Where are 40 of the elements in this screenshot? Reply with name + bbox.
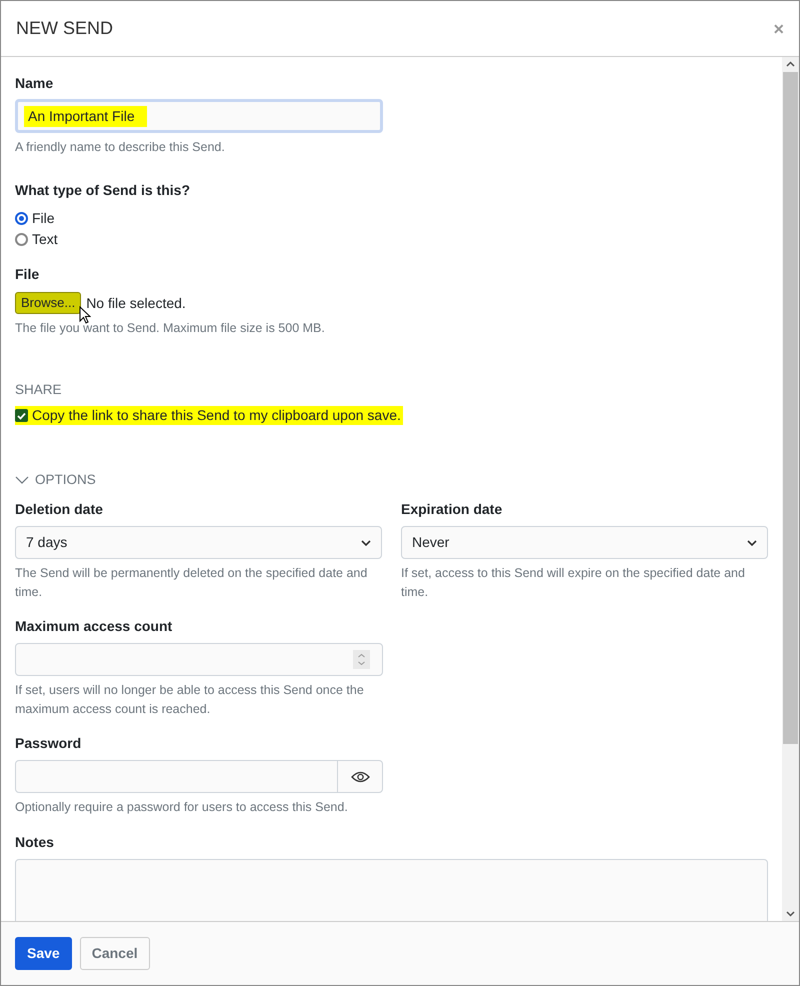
field-label: Password xyxy=(15,734,82,753)
field-label: Name xyxy=(15,74,54,93)
section-heading: SHARE xyxy=(15,381,63,399)
field-label: Notes xyxy=(15,833,55,852)
number-input[interactable] xyxy=(15,643,383,676)
browse-button[interactable]: Browse... xyxy=(15,292,82,314)
chevron-down-icon xyxy=(747,540,757,546)
date-select[interactable]: Never xyxy=(401,526,768,559)
help-text: Optionally require a password for users to access this Send. xyxy=(15,799,349,816)
scroll-down-icon[interactable] xyxy=(786,911,795,917)
field-label: File xyxy=(15,265,40,284)
field-label: Expiration date xyxy=(401,500,504,519)
date-select[interactable]: 7 days xyxy=(15,526,382,559)
save-button[interactable]: Save xyxy=(15,937,72,970)
radio-label: File xyxy=(32,208,55,228)
help-text: A friendly name to describe this Send. xyxy=(15,139,226,156)
radio-button[interactable] xyxy=(15,232,28,246)
password-input[interactable] xyxy=(15,760,383,793)
file-status: No file selected. xyxy=(86,294,186,312)
scroll-up-icon[interactable] xyxy=(786,61,795,67)
scrollbar-thumb[interactable] xyxy=(783,72,798,744)
field-label: Deletion date xyxy=(15,500,104,519)
name-input[interactable]: An Important File xyxy=(15,99,383,133)
chevron-down-icon xyxy=(361,540,371,546)
field-label: Maximum access count xyxy=(15,617,174,636)
options-toggle[interactable]: OPTIONS xyxy=(15,470,96,490)
checkbox[interactable] xyxy=(15,409,28,422)
help-text: If set, access to this Send will expire on the specified date and time. xyxy=(401,565,746,601)
radio-button[interactable] xyxy=(15,212,28,224)
field-label: What type of Send is this? xyxy=(15,181,192,200)
spinner-icon[interactable] xyxy=(353,650,370,669)
help-text: If set, users will no longer be able to access this Send once the maximum access count is reached. xyxy=(15,682,365,718)
chevron-down-icon xyxy=(15,476,29,484)
cancel-button[interactable]: Cancel xyxy=(80,937,150,970)
help-text: The Send will be permanently deleted on the specified date and time. xyxy=(15,565,368,601)
help-text: The file you want to Send. Maximum file size is 500 MB. xyxy=(15,320,326,337)
radio-label: Text xyxy=(32,230,58,248)
scrollbar[interactable] xyxy=(782,57,799,921)
eye-icon xyxy=(350,770,370,782)
dialog-title: NEW SEND xyxy=(16,17,114,40)
